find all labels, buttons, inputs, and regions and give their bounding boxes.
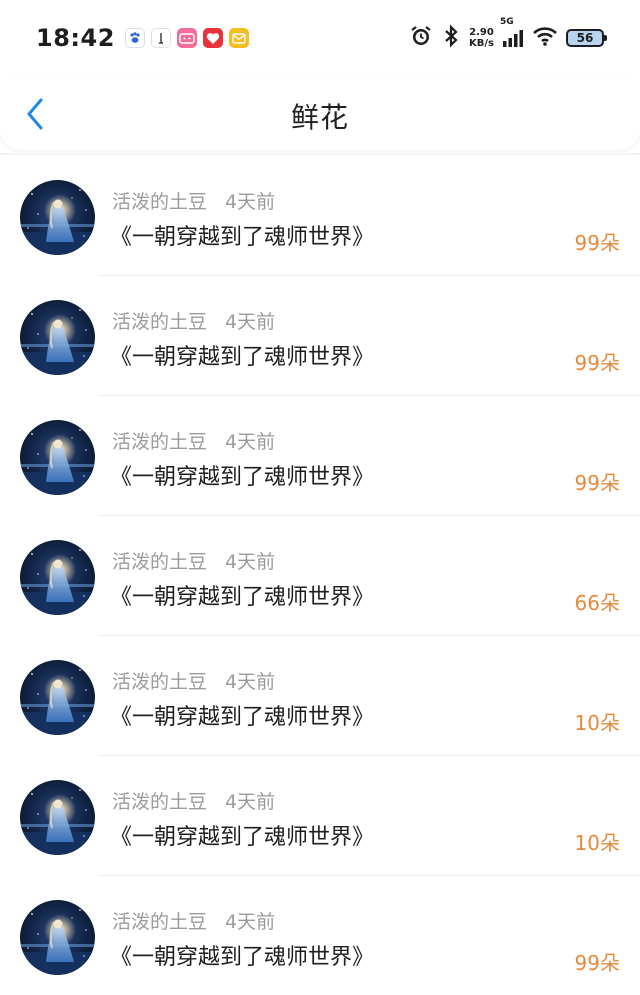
list-item[interactable]: 活泼的土豆 4天前 《一朝穿越到了魂师世界》 99朵 (0, 875, 640, 995)
timestamp: 4天前 (225, 911, 276, 933)
cellular-signal: 5G (500, 17, 524, 47)
book-title[interactable]: 《一朝穿越到了魂师世界》 (110, 219, 374, 251)
timestamp: 4天前 (225, 671, 276, 693)
username[interactable]: 活泼的土豆 (112, 307, 207, 334)
username[interactable]: 活泼的土豆 (112, 787, 207, 814)
list-item[interactable]: 活泼的土豆 4天前 《一朝穿越到了魂师世界》 99朵 (0, 275, 640, 395)
flower-count: 66朵 (574, 591, 620, 615)
item-meta: 活泼的土豆 4天前 (112, 307, 275, 334)
username[interactable]: 活泼的土豆 (112, 547, 207, 574)
item-meta: 活泼的土豆 4天前 (112, 427, 275, 454)
bilibili-icon (176, 28, 197, 48)
book-title[interactable]: 《一朝穿越到了魂师世界》 (110, 819, 374, 851)
item-meta: 活泼的土豆 4天前 (112, 187, 275, 214)
avatar[interactable] (20, 420, 95, 495)
avatar[interactable] (20, 780, 95, 855)
flower-list: 活泼的土豆 4天前 《一朝穿越到了魂师世界》 99朵 活泼的土豆 4天前 《一朝… (0, 153, 640, 995)
timestamp: 4天前 (225, 791, 276, 813)
speed-unit: KB/s (469, 38, 494, 49)
battery-level: 56 (576, 31, 594, 45)
flower-count: 99朵 (574, 351, 620, 375)
bluetooth-icon (441, 24, 461, 52)
notification-icons (124, 28, 249, 48)
flower-count: 99朵 (574, 471, 620, 495)
avatar[interactable] (20, 900, 95, 975)
book-title[interactable]: 《一朝穿越到了魂师世界》 (110, 339, 374, 371)
battery-indicator: 56 (566, 29, 607, 47)
timestamp: 4天前 (225, 191, 276, 213)
app-header: 鲜花 (0, 76, 640, 150)
item-meta: 活泼的土豆 4天前 (112, 547, 275, 574)
list-item[interactable]: 活泼的土豆 4天前 《一朝穿越到了魂师世界》 99朵 (0, 395, 640, 515)
avatar[interactable] (20, 180, 95, 255)
network-speed: 2.90 KB/s (469, 27, 494, 49)
book-title[interactable]: 《一朝穿越到了魂师世界》 (110, 699, 374, 731)
avatar[interactable] (20, 660, 95, 735)
app-notification-icon (150, 28, 171, 48)
username[interactable]: 活泼的土豆 (112, 667, 207, 694)
item-meta: 活泼的土豆 4天前 (112, 667, 275, 694)
flower-count: 99朵 (574, 231, 620, 255)
system-icons: 2.90 KB/s 5G 56 (409, 17, 607, 52)
username[interactable]: 活泼的土豆 (112, 907, 207, 934)
avatar[interactable] (20, 300, 95, 375)
network-type: 5G (500, 17, 514, 27)
list-item[interactable]: 活泼的土豆 4天前 《一朝穿越到了魂师世界》 10朵 (0, 635, 640, 755)
list-item[interactable]: 活泼的土豆 4天前 《一朝穿越到了魂师世界》 99朵 (0, 155, 640, 275)
timestamp: 4天前 (225, 551, 276, 573)
status-time: 18:42 (36, 24, 115, 52)
mail-icon (228, 28, 249, 48)
page-title: 鲜花 (290, 101, 349, 134)
flower-count: 10朵 (574, 831, 620, 855)
flower-count: 99朵 (574, 951, 620, 975)
alarm-icon (409, 24, 433, 52)
timestamp: 4天前 (225, 431, 276, 453)
avatar[interactable] (20, 540, 95, 615)
item-meta: 活泼的土豆 4天前 (112, 787, 275, 814)
status-bar: 18:42 2.90 KB/s 5G 56 (0, 0, 640, 76)
baidu-paw-icon (124, 28, 145, 48)
list-item[interactable]: 活泼的土豆 4天前 《一朝穿越到了魂师世界》 10朵 (0, 755, 640, 875)
flower-count: 10朵 (574, 711, 620, 735)
speed-value: 2.90 (469, 27, 494, 38)
signal-bars-icon (503, 30, 523, 47)
username[interactable]: 活泼的土豆 (112, 187, 207, 214)
book-title[interactable]: 《一朝穿越到了魂师世界》 (110, 579, 374, 611)
username[interactable]: 活泼的土豆 (112, 427, 207, 454)
item-meta: 活泼的土豆 4天前 (112, 907, 275, 934)
book-title[interactable]: 《一朝穿越到了魂师世界》 (110, 939, 374, 971)
heart-app-icon (202, 28, 223, 48)
list-item[interactable]: 活泼的土豆 4天前 《一朝穿越到了魂师世界》 66朵 (0, 515, 640, 635)
timestamp: 4天前 (225, 311, 276, 333)
wifi-icon (532, 25, 558, 51)
book-title[interactable]: 《一朝穿越到了魂师世界》 (110, 459, 374, 491)
